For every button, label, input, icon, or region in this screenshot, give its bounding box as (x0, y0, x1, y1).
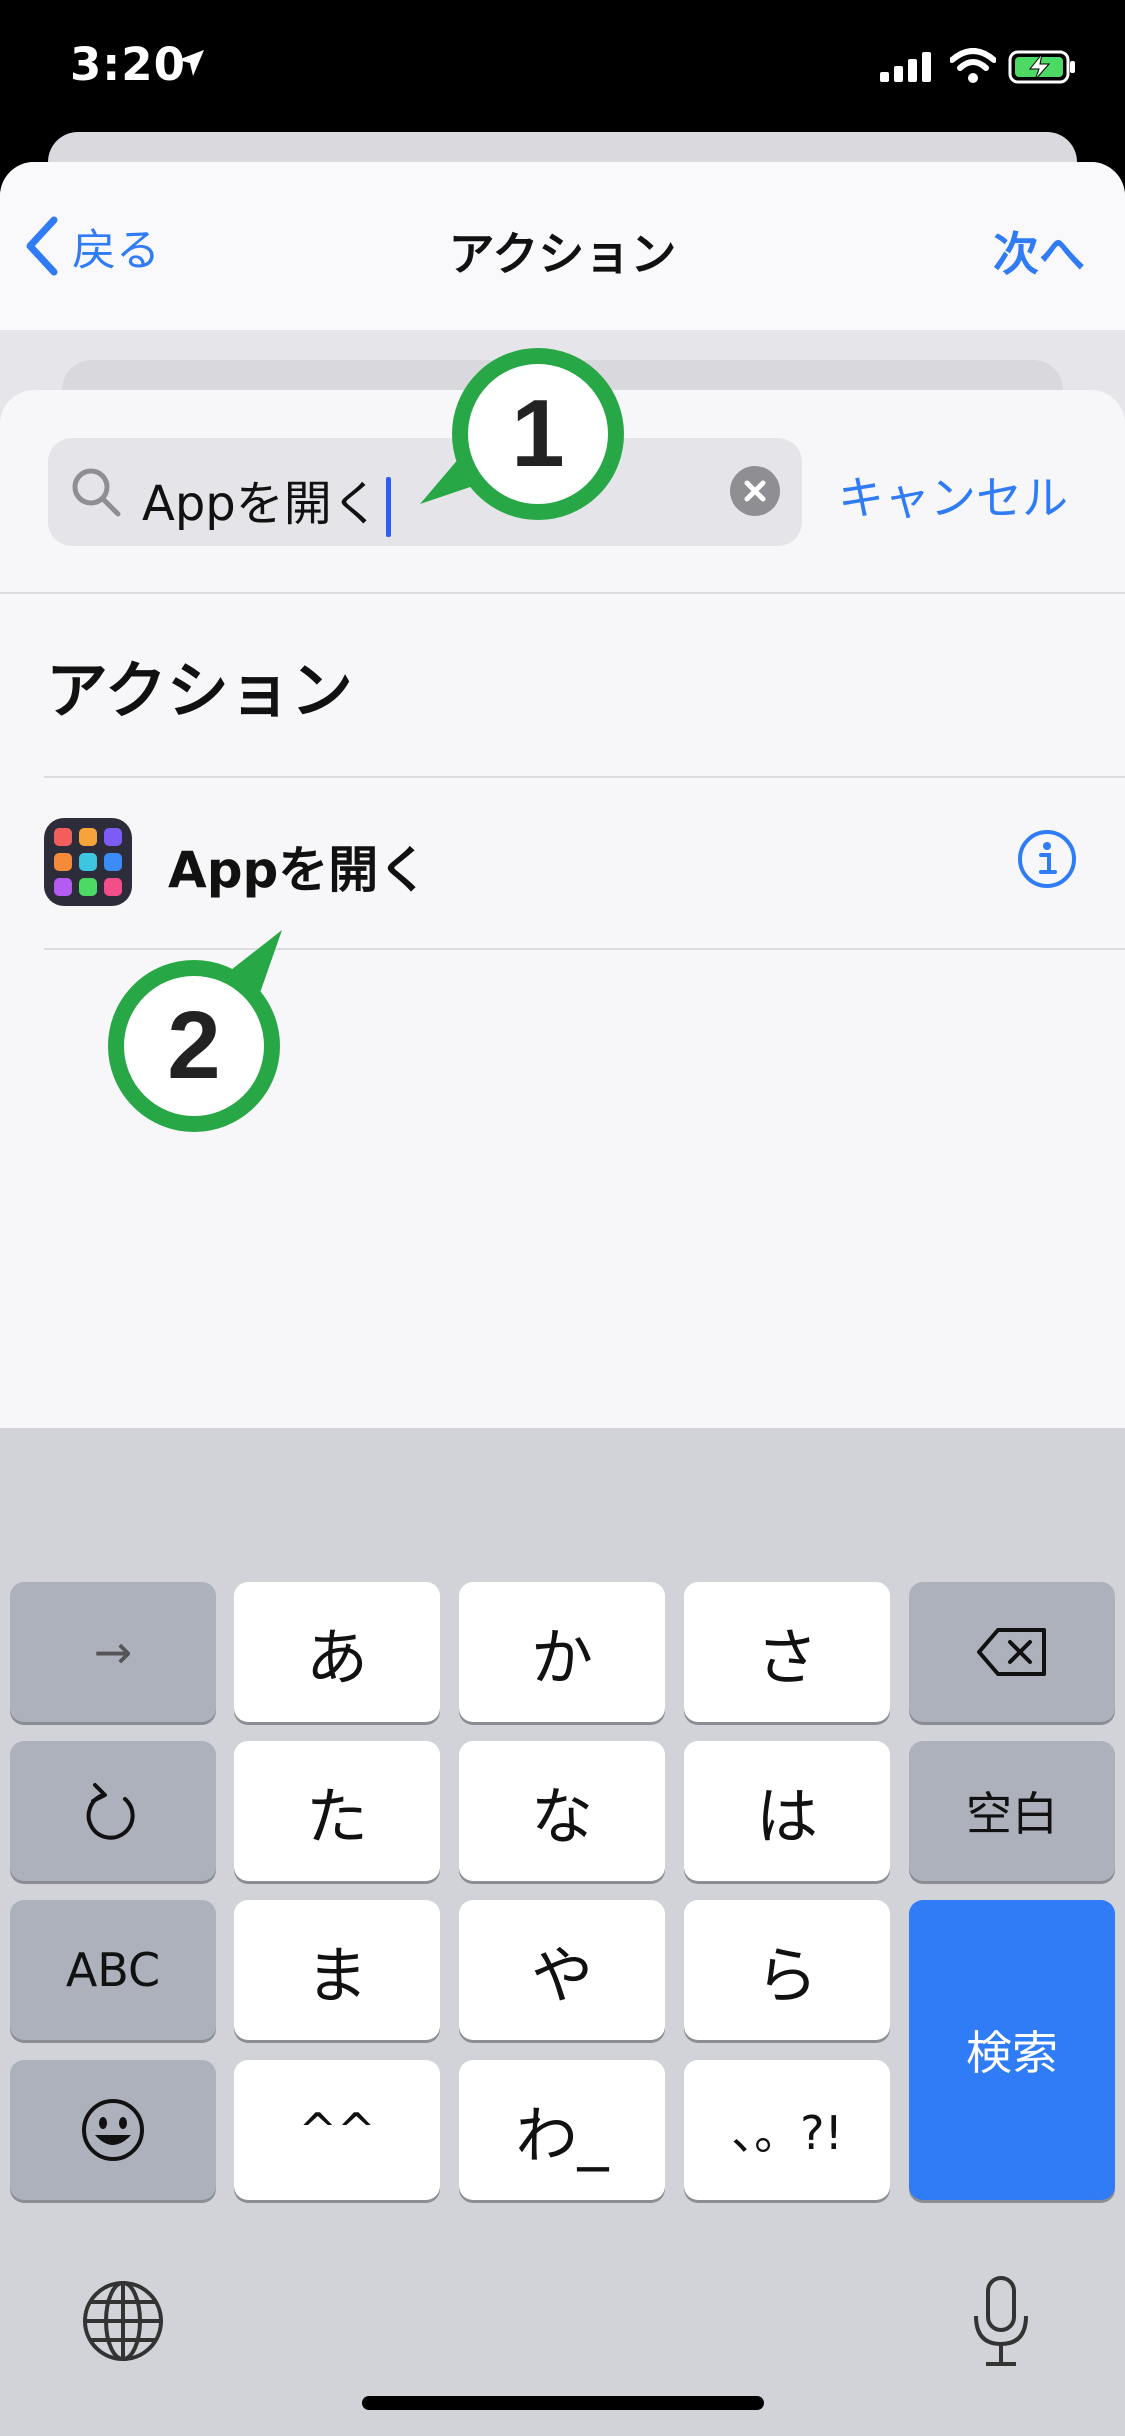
space-key[interactable]: 空白 (909, 1741, 1115, 1881)
undo-icon (86, 1783, 135, 1840)
callout-number: 1 (452, 348, 624, 520)
divider (0, 592, 1125, 594)
search-sheet: Appを開く キャンセル アクション Appを開く (0, 390, 1125, 1430)
key-ha[interactable]: は (684, 1741, 890, 1881)
key-na[interactable]: な (459, 1741, 665, 1881)
open-app-icon (44, 818, 132, 906)
emoji-icon (82, 2099, 144, 2161)
location-arrow-icon (178, 50, 204, 76)
cancel-button[interactable]: キャンセル (838, 462, 1068, 528)
home-indicator (362, 2396, 764, 2410)
cellular-signal-icon (880, 52, 931, 82)
emoji-key[interactable] (10, 2060, 216, 2200)
section-title: アクション (46, 654, 353, 727)
abc-key[interactable]: ABC (10, 1900, 216, 2040)
status-bar: 3:20 (0, 0, 1125, 130)
callout-number: 2 (108, 960, 280, 1132)
undo-key[interactable] (10, 1741, 216, 1881)
callout-2: 2 (100, 920, 320, 1132)
key-ra[interactable]: ら (684, 1900, 890, 2040)
next-button[interactable]: 次へ (993, 218, 1085, 284)
key-sa[interactable]: さ (684, 1582, 890, 1722)
globe-icon[interactable] (80, 2278, 166, 2364)
search-icon (72, 468, 121, 517)
microphone-icon[interactable] (966, 2274, 1036, 2370)
key-ka[interactable]: か (459, 1582, 665, 1722)
key-punctuation[interactable]: 、。?! (684, 2060, 890, 2200)
callout-1: 1 (420, 340, 640, 520)
clock: 3:20 (70, 38, 186, 91)
search-key[interactable]: 検索 (909, 1900, 1115, 2200)
key-a[interactable]: あ (234, 1582, 440, 1722)
key-arrow-right[interactable]: → (10, 1582, 216, 1722)
key-ma[interactable]: ま (234, 1900, 440, 2040)
key-ya[interactable]: や (459, 1900, 665, 2040)
text-cursor (385, 477, 391, 537)
key-kaomoji[interactable]: ^^ (234, 2060, 440, 2200)
battery-charging-icon (1008, 50, 1075, 84)
key-label: 空白 (966, 1787, 1058, 1841)
search-query: Appを開く (142, 476, 380, 532)
navigation-bar: 戻る アクション 次へ (0, 162, 1125, 330)
clear-search-button[interactable] (730, 466, 780, 516)
page-title: アクション (448, 227, 677, 281)
japanese-flick-keyboard: → あ か さ た な は 空白 ABC ま や ら 検索 ^^ わ_ 、。?! (0, 1428, 1125, 2436)
close-icon (744, 480, 766, 502)
delete-key[interactable] (909, 1582, 1115, 1722)
search-query-wrap: Appを開く (142, 464, 391, 537)
info-icon[interactable] (1016, 828, 1078, 890)
key-label: ABC (65, 1943, 161, 1997)
key-label: 、。?! (731, 2106, 843, 2160)
list-item-label: Appを開く (168, 841, 429, 899)
wifi-icon (950, 48, 996, 83)
key-ta[interactable]: た (234, 1741, 440, 1881)
key-wa[interactable]: わ_ (459, 2060, 665, 2200)
key-label: → (93, 1625, 133, 1679)
key-label: ^^ (298, 2103, 376, 2157)
delete-icon (977, 1628, 1046, 1676)
